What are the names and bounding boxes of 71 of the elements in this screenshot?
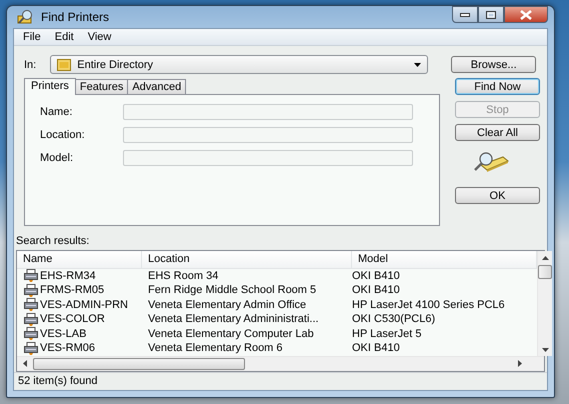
horizontal-scrollbar[interactable] [17,356,544,371]
table-cell-text: OKI C530(PCL6) [352,313,436,326]
table-cell-text: OKI B410 [352,342,401,354]
scroll-thumb[interactable] [538,264,552,279]
table-cell: VES-RM06 [40,342,96,354]
table-cell-text: Veneta Elementary Computer Lab [147,328,315,340]
minimize-button[interactable] [452,6,478,23]
input-field[interactable] [123,150,413,166]
search-printer-icon [473,151,509,174]
printer-icon [24,298,38,312]
maximize-button[interactable] [478,6,504,23]
input-field[interactable] [123,104,413,120]
caret-icon[interactable] [414,62,422,67]
field-label: Name: [40,106,74,118]
result-row[interactable]: VES-ADMIN-PRN Veneta Elementary Admin Office HP LaserJet 4100 Series PCL6 [17,298,537,312]
scroll-thumb[interactable] [33,358,245,370]
table-cell-text: Veneta Elementary Admininistrati... [147,313,320,326]
minimize-icon[interactable] [460,12,470,16]
printer-icon [24,284,38,297]
vertical-scrollbar[interactable] [537,250,552,356]
result-row[interactable]: VES-LAB Veneta Elementary Computer Lab HP LaserJet 5 [17,326,537,342]
table-cell-text: Veneta Elementary Admin Office [147,298,308,311]
result-row[interactable]: VES-COLOR Veneta Elementary Admininistrati... OKI C530(PCL6) [17,312,537,327]
scroll-up-icon[interactable] [542,256,548,260]
table-cell: VES-ADMIN-PRN [40,298,128,311]
menu-item[interactable]: Edit [48,29,81,45]
column-header[interactable]: Location [142,250,352,268]
scroll-left-icon[interactable] [23,360,27,368]
action-button[interactable]: Clear All [455,124,540,142]
input-field[interactable] [123,127,413,144]
close-button[interactable] [504,6,548,23]
printer-icon [24,327,38,340]
table-cell-text: HP LaserJet 5 [352,328,423,340]
table-cell-text: EHS Room 34 [147,270,220,282]
scroll-right-icon[interactable] [518,360,522,368]
menu-item[interactable]: File [16,29,48,45]
ok-button[interactable]: OK [455,187,540,204]
scope-label: In: [24,58,36,71]
table-cell: VES-LAB [40,328,86,340]
scroll-down-icon[interactable] [542,348,548,352]
table-cell-text: Veneta Elementary Room 6 [147,342,284,354]
field-label: Model: [40,152,74,164]
maximize-icon[interactable] [486,10,496,18]
close-icon[interactable] [520,10,532,20]
results-label: Search results: [16,235,90,248]
tab[interactable]: Advanced [127,79,186,94]
action-button[interactable]: Find Now [455,78,540,96]
result-row[interactable]: VES-RM06 Veneta Elementary Room 6 OKI B410 [17,341,537,356]
printer-icon [24,312,38,326]
result-row[interactable]: EHS-RM34 EHS Room 34 OKI B410 [17,268,537,284]
window-title: Find Printers [41,10,110,24]
tab[interactable]: Printers [24,78,76,96]
result-row[interactable]: FRMS-RM05 Fern Ridge Middle School Room 5 OKI B410 [17,283,537,298]
action-button: Stop [455,101,540,118]
table-cell-text: OKI B410 [352,270,401,282]
table-cell: EHS-RM34 [40,270,96,282]
menu-item[interactable]: View [80,29,118,45]
printer-icon [24,342,38,355]
tab[interactable]: Features [74,79,128,94]
status-text: 52 item(s) found [18,375,98,388]
scope-dropdown[interactable]: Entire Directory [50,55,428,74]
table-cell-text: OKI B410 [352,284,401,296]
app-icon [17,9,35,25]
field-label: Location: [40,129,86,142]
column-header[interactable]: Name [17,250,142,268]
table-cell-text: HP LaserJet 4100 Series PCL6 [352,298,506,311]
table-cell-text: Fern Ridge Middle School Room 5 [147,284,318,296]
table-cell: VES-COLOR [40,313,105,326]
table-cell: FRMS-RM05 [40,284,104,296]
browse-button[interactable]: Browse... [451,56,536,74]
directory-icon [57,58,72,71]
